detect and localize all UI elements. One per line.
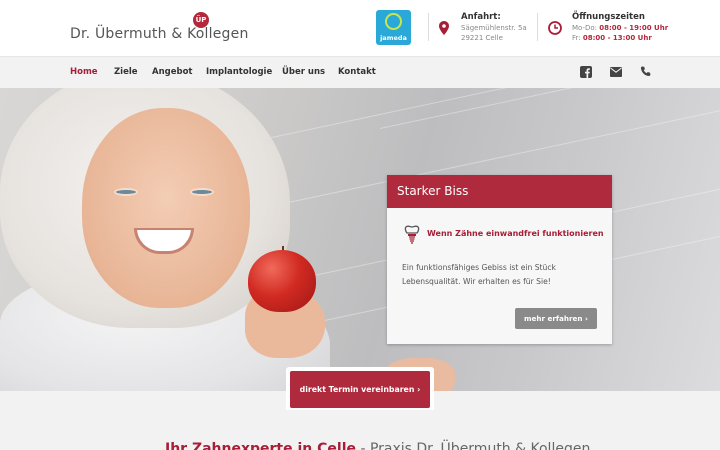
jameda-face-icon [385,13,402,30]
nav-item-kontakt[interactable]: Kontakt [338,67,376,77]
hours-row-friday: Fr: 08:00 - 13:00 Uhr [572,34,652,42]
section-title-rest: - Praxis Dr. Übermuth & Kollegen [356,441,591,450]
logo-mark-icon: ÜP [193,12,209,28]
section-title: Ihr Zahnexperte in Celle - Praxis Dr. Üb… [165,441,590,450]
address-street: Sägemühlenstr. 5a [461,24,527,32]
hours-row1-label: Mo-Do: [572,24,598,32]
clock-icon [548,21,562,35]
hours-row1-value: 08:00 - 19:00 Uhr [599,24,669,32]
jameda-label: jameda [380,34,407,42]
main-nav: Home Ziele Angebot Implantologie Über un… [0,56,720,88]
hours-row-weekdays: Mo-Do: 08:00 - 19:00 Uhr [572,24,668,32]
nav-item-ziele[interactable]: Ziele [114,67,138,77]
tooth-implant-icon [404,225,420,244]
hours-row2-label: Fr: [572,34,581,42]
hero-info-card: Starker Biss Wenn Zähne einwandfrei funk… [387,175,612,344]
section-title-accent: Ihr Zahnexperte in Celle [165,441,356,450]
logo-text[interactable]: Dr. Übermuth & Kollegen [70,26,249,42]
apple-image [248,250,316,312]
nav-item-home[interactable]: Home [70,67,98,77]
divider [537,13,538,41]
hero-banner [0,88,720,391]
mail-icon[interactable] [610,67,622,77]
phone-icon[interactable] [640,66,651,77]
more-info-button[interactable]: mehr erfahren › [515,308,597,329]
map-pin-icon [439,21,449,35]
address-city: 29221 Celle [461,34,503,42]
card-subtitle: Wenn Zähne einwandfrei funktionieren [427,229,604,238]
divider [428,13,429,41]
hours-row2-value: 08:00 - 13:00 Uhr [582,34,652,42]
card-text: Ein funktionsfähiges Gebiss ist ein Stüc… [402,263,556,286]
nav-item-implantologie[interactable]: Implantologie [206,67,272,77]
jameda-badge[interactable]: jameda [376,10,411,45]
nav-item-angebot[interactable]: Angebot [152,67,192,77]
address-title: Anfahrt: [461,12,501,22]
nav-item-ueber-uns[interactable]: Über uns [282,67,325,77]
hero-person-face [82,108,250,308]
book-appointment-button[interactable]: direkt Termin vereinbaren › [290,371,430,408]
hours-title: Öffnungszeiten [572,12,645,22]
header: Dr. Übermuth & Kollegen ÜP jameda Anfahr… [0,0,720,56]
card-title: Starker Biss [387,175,612,208]
facebook-icon[interactable] [580,66,592,78]
